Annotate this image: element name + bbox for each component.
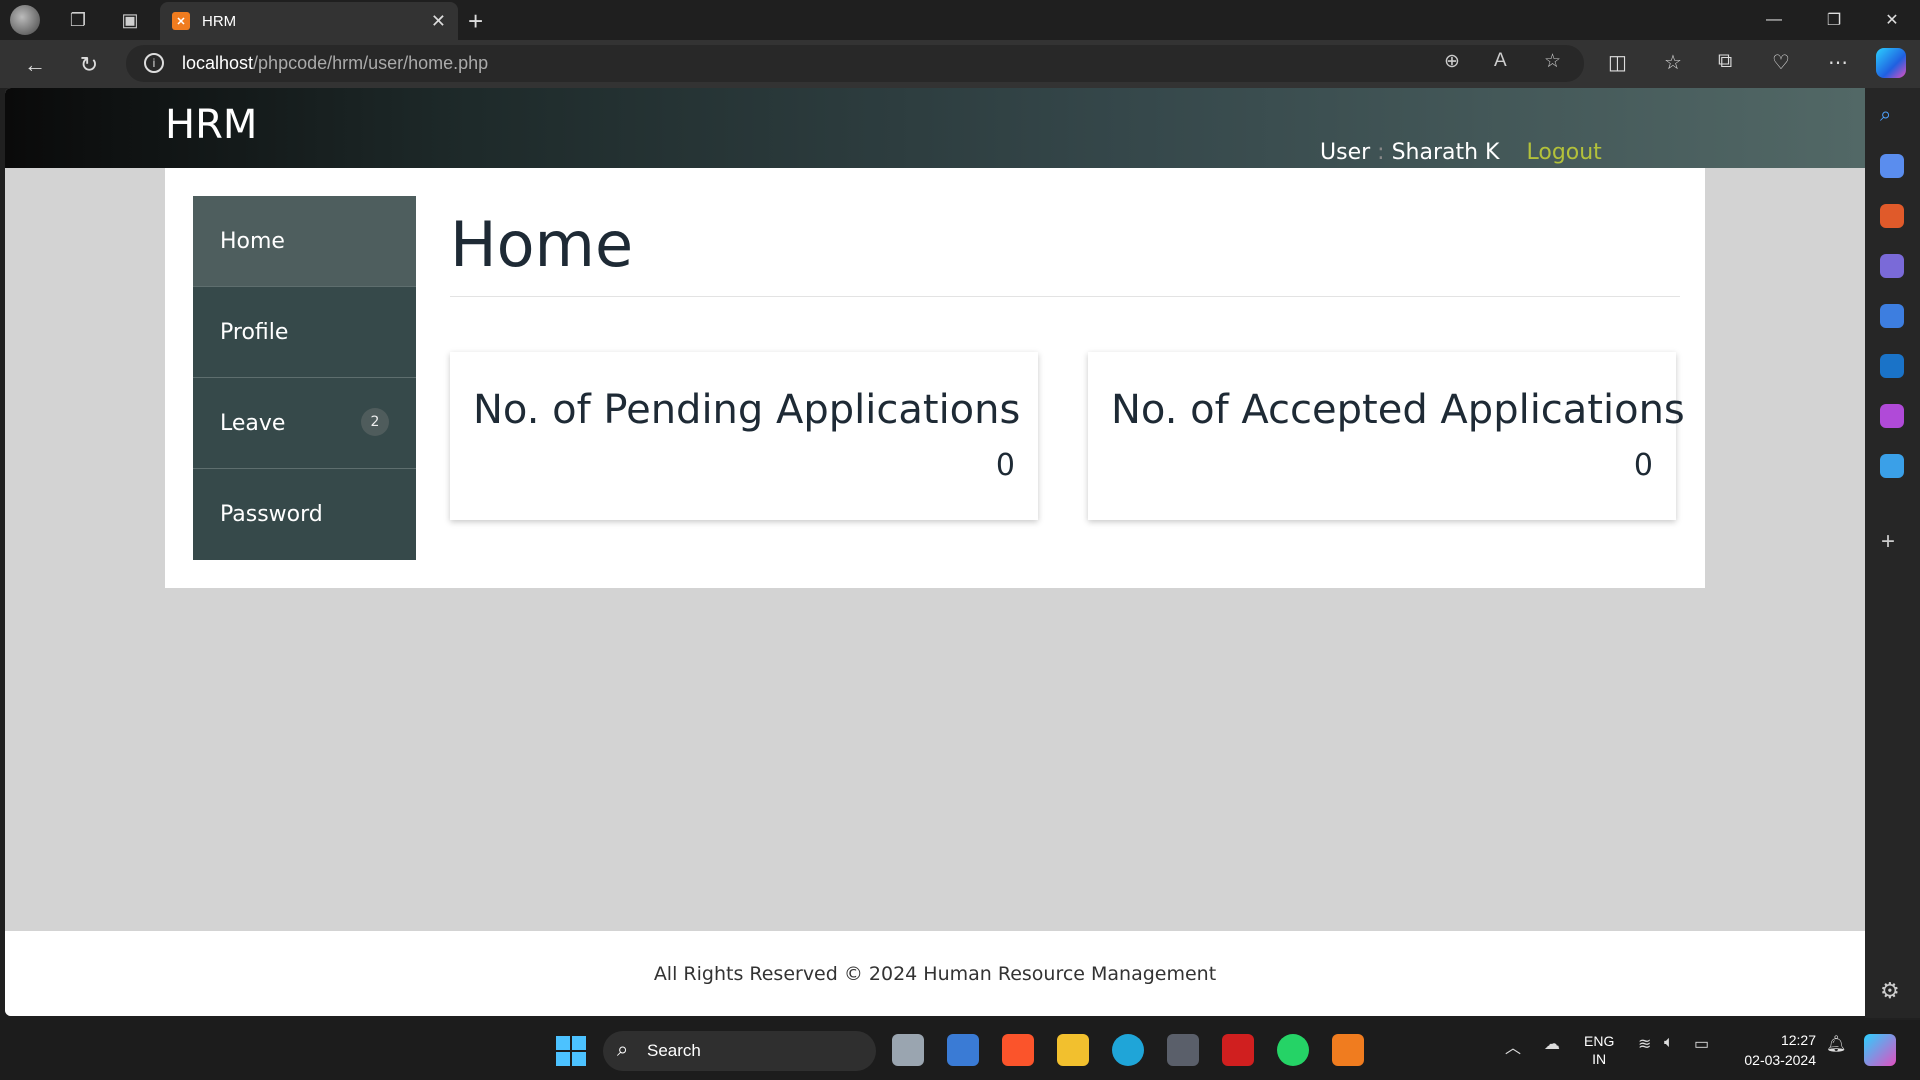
windows-start-icon[interactable] xyxy=(556,1036,586,1066)
xampp-taskbar-icon[interactable] xyxy=(1332,1034,1364,1066)
menu-item-profile[interactable]: Profile xyxy=(193,287,416,378)
zoom-icon[interactable]: ⊕ xyxy=(1444,50,1460,73)
clock-time: 12:27 xyxy=(1780,1032,1816,1048)
pending-applications-card: No. of Pending Applications 0 xyxy=(450,352,1038,520)
card-value: 0 xyxy=(995,448,1015,483)
windows-taskbar: ⌕ Search ︿ ☁ ENG IN ≋ 🔈︎ ▭ 12:27 02-03-2… xyxy=(0,1020,1920,1080)
minimize-icon[interactable]: — xyxy=(1746,0,1802,40)
copilot-taskbar-icon[interactable] xyxy=(1864,1034,1896,1066)
more-menu-icon[interactable]: ⋯ xyxy=(1828,50,1848,75)
sidebar-add-icon[interactable]: + xyxy=(1881,528,1895,556)
menu-item-leave[interactable]: Leave 2 xyxy=(193,378,416,469)
menu-item-password[interactable]: Password xyxy=(193,469,416,560)
sidebar-games-icon[interactable] xyxy=(1880,254,1904,278)
file-explorer-icon[interactable] xyxy=(1057,1034,1089,1066)
card-title: No. of Pending Applications xyxy=(473,387,1021,433)
sidebar-designer-icon[interactable] xyxy=(1880,404,1904,428)
volume-icon[interactable]: 🔈︎ xyxy=(1664,1034,1674,1052)
menu-item-home[interactable]: Home xyxy=(193,196,416,287)
card-value: 0 xyxy=(1633,448,1653,483)
lang-code: ENG xyxy=(1584,1033,1615,1049)
back-icon[interactable]: ← xyxy=(18,48,52,82)
user-separator: : xyxy=(1377,140,1385,165)
read-aloud-icon[interactable]: A xyxy=(1494,50,1507,72)
sidebar-copilot-icon[interactable] xyxy=(1880,304,1904,328)
tray-chevron-icon[interactable]: ︿ xyxy=(1505,1034,1521,1058)
close-window-icon[interactable]: ✕ xyxy=(1864,0,1920,40)
edge-icon[interactable] xyxy=(1112,1034,1144,1066)
card-title: No. of Accepted Applications xyxy=(1111,387,1685,433)
system-clock[interactable]: 12:27 02-03-2024 xyxy=(1736,1030,1816,1070)
tab-actions-icon[interactable]: ▣ xyxy=(110,0,150,40)
site-info-icon[interactable]: i xyxy=(144,53,164,73)
menu-item-label: Home xyxy=(220,228,285,254)
browser-tab-bar: ❐ ▣ ✕ HRM ✕ + — ❐ ✕ xyxy=(0,0,1920,40)
restore-icon[interactable]: ❐ xyxy=(1806,0,1862,40)
sidebar-tools-icon[interactable] xyxy=(1880,204,1904,228)
sidebar-outlook-icon[interactable] xyxy=(1880,354,1904,378)
clock-date: 02-03-2024 xyxy=(1744,1052,1816,1068)
battery-icon[interactable]: ▭ xyxy=(1694,1034,1709,1054)
side-menu: Home Profile Leave 2 Password xyxy=(193,196,416,560)
user-name: Sharath K xyxy=(1391,140,1500,165)
page-title: Home xyxy=(450,208,634,281)
taskbar-search-label: Search xyxy=(647,1041,701,1060)
logout-link[interactable]: Logout xyxy=(1526,140,1601,165)
collections-icon[interactable]: ⧉ xyxy=(1718,50,1732,73)
search-icon: ⌕ xyxy=(617,1039,629,1061)
new-tab-icon[interactable]: + xyxy=(468,6,483,37)
browser-tab[interactable]: ✕ HRM ✕ xyxy=(160,2,458,40)
title-divider xyxy=(450,296,1680,297)
menu-item-label: Password xyxy=(220,502,323,527)
address-toolbar: ← ↻ i localhost/phpcode/hrm/user/home.ph… xyxy=(0,40,1920,88)
onedrive-icon[interactable]: ☁ xyxy=(1544,1034,1560,1054)
favorites-icon[interactable]: ☆ xyxy=(1664,50,1682,75)
site-footer: All Rights Reserved © 2024 Human Resourc… xyxy=(5,931,1865,1016)
site-header: HRM User : Sharath K Logout xyxy=(5,88,1865,168)
whatsapp-icon[interactable] xyxy=(1277,1034,1309,1066)
accepted-applications-card: No. of Accepted Applications 0 xyxy=(1088,352,1685,520)
task-view-icon[interactable] xyxy=(892,1034,924,1066)
lang-region: IN xyxy=(1592,1051,1607,1067)
leave-count-badge: 2 xyxy=(361,408,389,436)
page-viewport: HRM User : Sharath K Logout Home Profile… xyxy=(5,88,1865,1016)
edge-sidebar: ⌕ + ⚙ xyxy=(1865,88,1920,1018)
brave-icon[interactable] xyxy=(1002,1034,1034,1066)
address-input[interactable]: i localhost/phpcode/hrm/user/home.php ⊕ … xyxy=(126,45,1584,82)
copilot-icon[interactable] xyxy=(1876,48,1906,78)
notifications-icon[interactable]: 🔔︎ xyxy=(1826,1034,1846,1054)
store-icon[interactable] xyxy=(947,1034,979,1066)
sidebar-drop-icon[interactable] xyxy=(1880,454,1904,478)
sidebar-search-icon[interactable]: ⌕ xyxy=(1880,104,1904,128)
workspaces-icon[interactable]: ❐ xyxy=(58,0,98,40)
language-indicator[interactable]: ENG IN xyxy=(1584,1032,1614,1068)
main-content: Home Profile Leave 2 Password Home No. o… xyxy=(165,168,1705,588)
user-label: User xyxy=(1320,140,1371,165)
url-host: localhost xyxy=(182,53,254,73)
sidebar-shopping-icon[interactable] xyxy=(1880,154,1904,178)
user-bar: User : Sharath K Logout xyxy=(1320,140,1602,165)
split-screen-icon[interactable]: ◫ xyxy=(1608,50,1627,75)
profile-avatar-icon[interactable] xyxy=(0,0,40,40)
brand-title[interactable]: HRM xyxy=(165,102,257,148)
unity-icon[interactable] xyxy=(1167,1034,1199,1066)
refresh-icon[interactable]: ↻ xyxy=(72,48,106,82)
url-path: /phpcode/hrm/user/home.php xyxy=(253,53,489,73)
acrobat-icon[interactable] xyxy=(1222,1034,1254,1066)
taskbar-search[interactable]: ⌕ Search xyxy=(603,1031,876,1071)
menu-item-label: Profile xyxy=(220,319,289,345)
browser-essentials-icon[interactable]: ♡ xyxy=(1772,50,1790,75)
favorite-star-icon[interactable]: ☆ xyxy=(1544,50,1561,73)
menu-item-label: Leave xyxy=(220,410,286,436)
tab-title: HRM xyxy=(202,12,237,30)
close-tab-icon[interactable]: ✕ xyxy=(431,11,446,32)
sidebar-settings-icon[interactable]: ⚙ xyxy=(1880,978,1900,1004)
wifi-icon[interactable]: ≋ xyxy=(1638,1034,1651,1054)
xampp-icon: ✕ xyxy=(172,12,190,30)
